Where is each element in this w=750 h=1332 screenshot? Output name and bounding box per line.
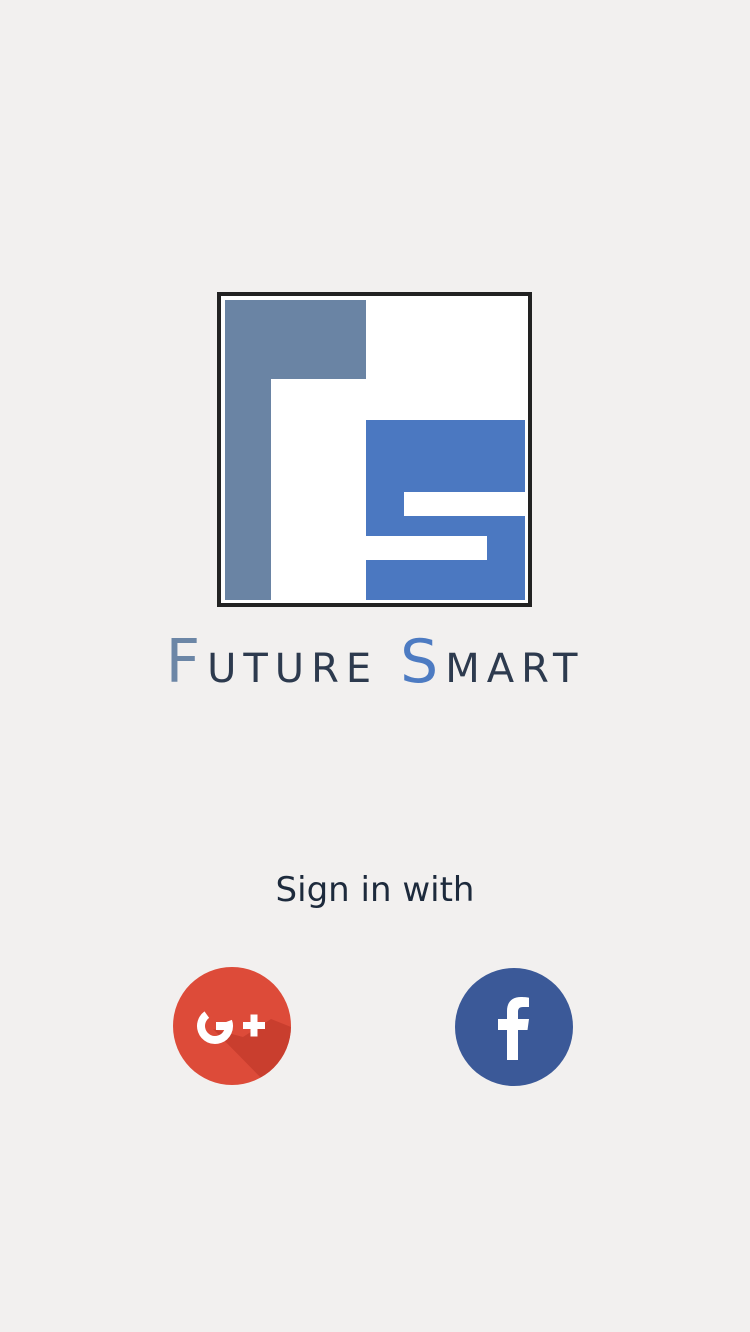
brand-word-smart: MART [445,646,585,692]
future-smart-logo [217,292,532,607]
brand-wordmark: FUTURE SMART [0,632,750,699]
signin-label: Sign in with [275,870,475,910]
brand-initial-f: F [165,627,208,697]
google-signin-button[interactable] [173,967,291,1085]
brand-word-future: UTURE [207,646,379,692]
login-screen: FUTURE SMART Sign in with [0,0,750,1332]
facebook-signin-button[interactable] [455,968,573,1086]
brand-initial-s: S [400,627,446,697]
facebook-icon [455,968,573,1086]
google-plus-icon [173,967,291,1085]
